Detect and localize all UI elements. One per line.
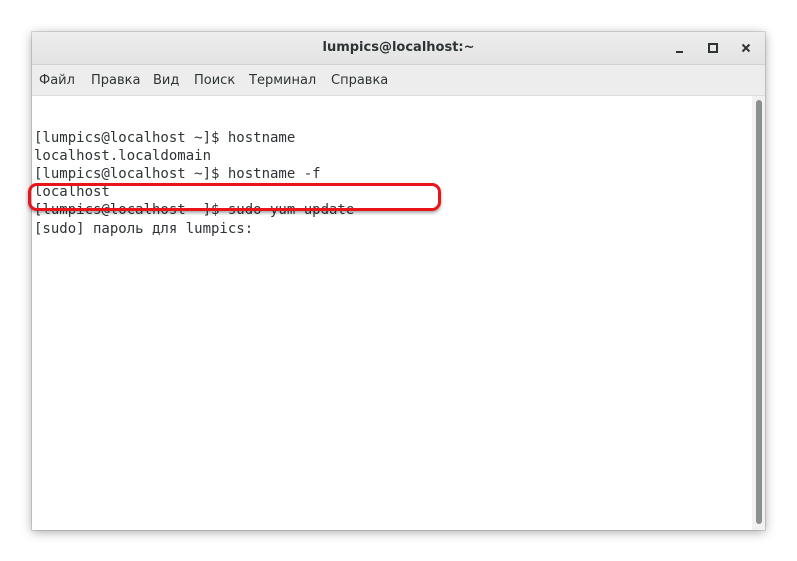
menu-search[interactable]: Поиск xyxy=(194,73,235,88)
terminal-line: [lumpics@localhost ~]$ sudo yum update xyxy=(34,202,355,218)
terminal-line: [lumpics@localhost ~]$ hostname xyxy=(34,130,296,146)
minimize-icon xyxy=(675,50,683,53)
terminal-line: localhost.localdomain xyxy=(34,148,212,164)
sudo-password-prompt: [sudo] пароль для lumpics: xyxy=(34,221,254,237)
terminal-window: lumpics@localhost:~ Файл Правка Вид Поис… xyxy=(32,32,765,530)
minimize-button[interactable] xyxy=(669,38,689,58)
window-title: lumpics@localhost:~ xyxy=(322,40,475,55)
menu-edit[interactable]: Правка xyxy=(91,73,140,88)
scrollbar-thumb[interactable] xyxy=(756,100,762,524)
maximize-button[interactable] xyxy=(703,38,723,58)
menu-file[interactable]: Файл xyxy=(39,73,75,88)
title-bar[interactable]: lumpics@localhost:~ xyxy=(32,32,765,65)
terminal-line: localhost xyxy=(34,184,110,200)
maximize-icon xyxy=(708,43,718,53)
menu-terminal[interactable]: Терминал xyxy=(249,73,316,88)
close-icon xyxy=(741,43,751,53)
close-button[interactable] xyxy=(736,38,756,58)
menu-view[interactable]: Вид xyxy=(153,73,179,88)
terminal-output[interactable]: [lumpics@localhost ~]$ hostname localhos… xyxy=(32,96,752,530)
menu-help[interactable]: Справка xyxy=(331,73,388,88)
terminal-line: [lumpics@localhost ~]$ hostname -f xyxy=(34,166,321,182)
menu-bar: Файл Правка Вид Поиск Терминал Справка xyxy=(32,65,765,96)
